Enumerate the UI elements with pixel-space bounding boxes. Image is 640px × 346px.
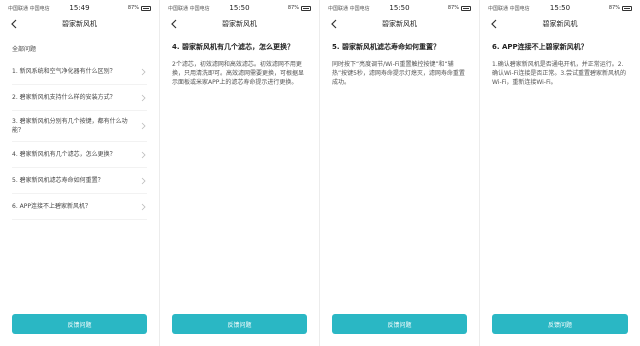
- question-title: 4. 碧家新风机有几个滤芯，怎么更换？: [172, 43, 294, 51]
- chevron-left-icon: [10, 19, 16, 29]
- page-title: 碧家新风机: [542, 20, 578, 28]
- content: 4. 碧家新风机有几个滤芯，怎么更换？ 2个滤芯，初效滤网和高效滤芯。初效滤网不…: [160, 42, 319, 87]
- status-bar: 中国联通 中国电信 15:50 87%: [160, 0, 319, 16]
- nav-bar: 碧家新风机: [320, 16, 479, 32]
- chevron-right-icon: [141, 94, 146, 101]
- feedback-button[interactable]: 反馈问题: [332, 314, 467, 334]
- chevron-left-icon: [330, 19, 336, 29]
- status-time: 15:49: [69, 4, 90, 12]
- chevron-right-icon: [141, 177, 146, 184]
- back-button[interactable]: [6, 18, 20, 30]
- question-title: 6. APP连接不上碧家新风机？: [492, 43, 588, 51]
- faq-list: 1. 新风系统和空气净化器有什么区别？ 2. 碧家新风机支持什么样的安装方式？ …: [12, 59, 147, 220]
- faq-item-label: 1. 新风系统和空气净化器有什么区别？: [12, 68, 116, 75]
- status-time: 15:50: [549, 4, 571, 12]
- answer-text: 1.确认碧家新风机是否通电开机，并正常运行。2.确认Wi-Fi连接是否正常。3.…: [492, 61, 627, 86]
- status-time: 15:50: [229, 4, 250, 12]
- faq-item-label: 2. 碧家新风机支持什么样的安装方式？: [12, 94, 116, 101]
- page-title: 碧家新风机: [382, 20, 417, 28]
- chevron-right-icon: [141, 68, 146, 75]
- page-title: 碧家新风机: [222, 20, 257, 28]
- content: 5. 碧家新风机滤芯寿命如何重置？ 同时按下“亮度调节/Wi-Fi重置触控按键”…: [320, 42, 479, 87]
- feedback-button[interactable]: 反馈问题: [172, 314, 307, 334]
- chevron-right-icon: [141, 151, 146, 158]
- battery-icon: [301, 5, 311, 11]
- chevron-left-icon: [170, 19, 176, 29]
- status-bar: 中国联通 中国电信 15:50 87%: [480, 0, 640, 16]
- faq-item-label: 5. 碧家新风机滤芯寿命如何重置？: [12, 177, 104, 184]
- faq-item-label: 6. APP连接不上碧家新风机？: [12, 203, 91, 210]
- faq-item-label: 3. 碧家新风机分别有几个按键，都有什么功能？: [12, 118, 128, 134]
- nav-bar: 碧家新风机: [160, 16, 319, 32]
- chevron-left-icon: [490, 19, 496, 29]
- screen-faq-list: 中国联通 中国电信 15:49 87% 碧家新风机 全部问题 1. 新风系统和空…: [0, 0, 160, 346]
- back-button[interactable]: [166, 18, 180, 30]
- answer-text: 2个滤芯，初效滤网和高效滤芯。初效滤网不用更换，只用清洗即可。高效滤网需要更换，…: [172, 61, 305, 86]
- question-title: 5. 碧家新风机滤芯寿命如何重置？: [332, 43, 440, 51]
- battery-icon: [141, 5, 151, 11]
- faq-item-2[interactable]: 2. 碧家新风机支持什么样的安装方式？: [12, 85, 147, 111]
- screen-answer-6: 中国联通 中国电信 15:50 87% 碧家新风机 6. APP连接不上碧家新风…: [480, 0, 640, 346]
- chevron-right-icon: [141, 122, 146, 130]
- chevron-right-icon: [141, 203, 146, 210]
- content: 全部问题 1. 新风系统和空气净化器有什么区别？ 2. 碧家新风机支持什么样的安…: [0, 44, 159, 220]
- faq-item-1[interactable]: 1. 新风系统和空气净化器有什么区别？: [12, 59, 147, 85]
- status-bar: 中国联通 中国电信 15:49 87%: [0, 0, 159, 16]
- nav-bar: 碧家新风机: [0, 16, 159, 32]
- screen-answer-4: 中国联通 中国电信 15:50 87% 碧家新风机 4. 碧家新风机有几个滤芯，…: [160, 0, 320, 346]
- page-title: 碧家新风机: [62, 20, 97, 28]
- faq-item-6[interactable]: 6. APP连接不上碧家新风机？: [12, 194, 147, 220]
- battery-icon: [622, 5, 632, 11]
- content: 6. APP连接不上碧家新风机？ 1.确认碧家新风机是否通电开机，并正常运行。2…: [480, 42, 640, 87]
- back-button[interactable]: [326, 18, 340, 30]
- faq-item-5[interactable]: 5. 碧家新风机滤芯寿命如何重置？: [12, 168, 147, 194]
- status-time: 15:50: [389, 4, 410, 12]
- faq-item-3[interactable]: 3. 碧家新风机分别有几个按键，都有什么功能？: [12, 111, 147, 142]
- battery-icon: [461, 5, 471, 11]
- faq-item-label: 4. 碧家新风机有几个滤芯，怎么更换？: [12, 151, 116, 158]
- nav-bar: 碧家新风机: [480, 16, 640, 32]
- faq-item-4[interactable]: 4. 碧家新风机有几个滤芯，怎么更换？: [12, 142, 147, 168]
- screens-row: 中国联通 中国电信 15:49 87% 碧家新风机 全部问题 1. 新风系统和空…: [0, 0, 640, 346]
- back-button[interactable]: [486, 18, 500, 30]
- section-label: 全部问题: [12, 46, 37, 53]
- feedback-button[interactable]: 反馈问题: [12, 314, 147, 334]
- screen-answer-5: 中国联通 中国电信 15:50 87% 碧家新风机 5. 碧家新风机滤芯寿命如何…: [320, 0, 480, 346]
- answer-text: 同时按下“亮度调节/Wi-Fi重置触控按键”和“辅热”按键5秒，滤网寿命提示灯熄…: [332, 61, 465, 86]
- feedback-button[interactable]: 反馈问题: [492, 314, 628, 334]
- status-bar: 中国联通 中国电信 15:50 87%: [320, 0, 479, 16]
